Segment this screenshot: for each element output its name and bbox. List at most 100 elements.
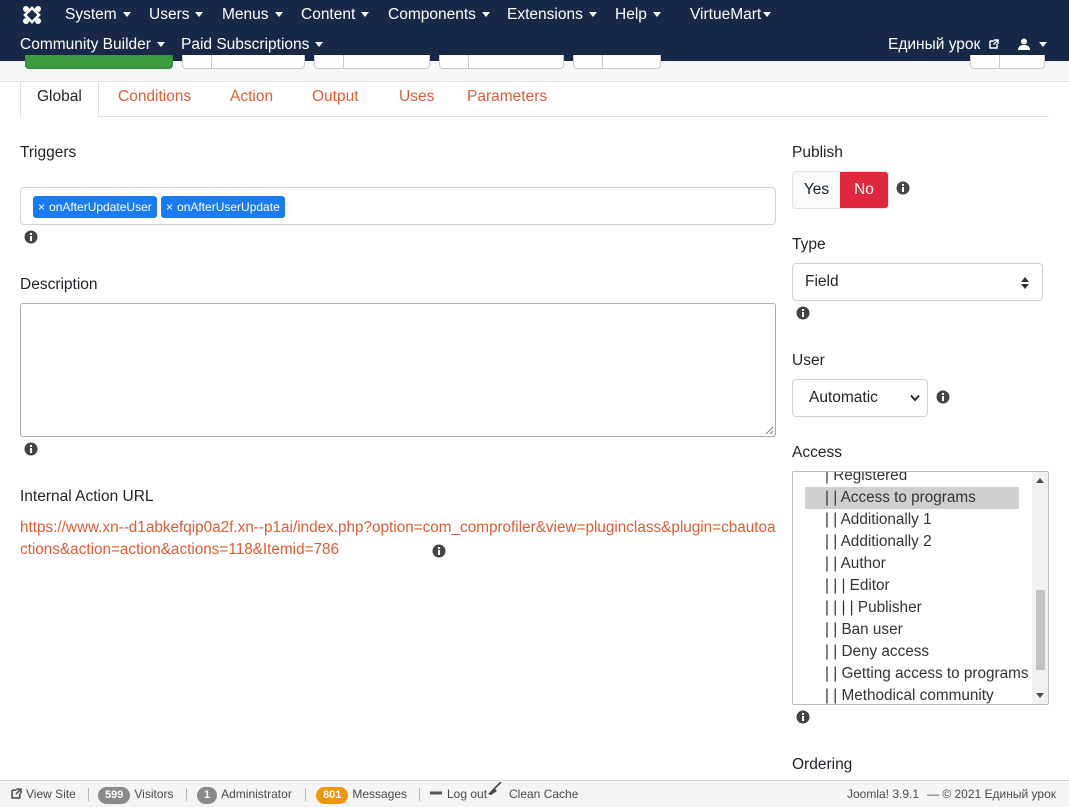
publish-no-button[interactable]: No	[840, 172, 888, 208]
visitors-link[interactable]: 599 Visitors	[98, 781, 173, 807]
triggers-input[interactable]: × onAfterUpdateUser × onAfterUserUpdate	[20, 187, 776, 225]
visitors-count-badge: 599	[98, 787, 131, 804]
divider	[88, 788, 89, 801]
divider	[305, 788, 306, 801]
publish-yes-button[interactable]: Yes	[793, 172, 841, 208]
access-option[interactable]: | | | | Publisher	[805, 597, 922, 619]
user-label: User	[792, 352, 825, 369]
menu-help[interactable]: Help	[615, 0, 661, 30]
caret-down-icon	[122, 12, 131, 17]
ordering-label: Ordering	[792, 756, 853, 773]
trigger-tag[interactable]: × onAfterUserUpdate	[161, 196, 285, 218]
tab-uses[interactable]: Uses	[399, 82, 434, 117]
save-button[interactable]	[25, 55, 173, 69]
publish-toggle: Yes No	[792, 171, 889, 209]
tab-conditions[interactable]: Conditions	[118, 82, 191, 117]
info-icon[interactable]	[936, 390, 950, 404]
admin-count-badge: 1	[197, 787, 218, 804]
chevron-down-icon	[910, 394, 920, 402]
menu-content[interactable]: Content	[301, 0, 370, 30]
tab-bar: Global Conditions Action Output Uses Par…	[20, 82, 1049, 118]
tab-parameters[interactable]: Parameters	[467, 82, 547, 117]
sort-updown-icon	[1021, 277, 1029, 289]
trigger-tag[interactable]: × onAfterUpdateUser	[33, 196, 157, 218]
access-option[interactable]: | | Ban user	[805, 619, 903, 641]
menu-system[interactable]: System	[65, 0, 131, 30]
menu-menus[interactable]: Menus	[222, 0, 283, 30]
access-option[interactable]: | | Additionally 1	[805, 509, 932, 531]
info-icon[interactable]	[796, 306, 810, 320]
toolbar-button-2[interactable]	[182, 55, 305, 69]
caret-down-icon	[763, 12, 772, 17]
access-option[interactable]: | | Author	[805, 553, 886, 575]
info-icon[interactable]	[24, 442, 38, 456]
description-label: Description	[20, 276, 98, 293]
messages-link[interactable]: 801 Messages	[316, 781, 407, 807]
external-link-icon	[988, 39, 999, 49]
caret-down-icon	[588, 12, 597, 17]
access-scrollbar[interactable]	[1032, 472, 1048, 704]
info-icon[interactable]	[796, 710, 810, 724]
internal-action-url-link[interactable]: https://www.xn--d1abkefqip0a2f.xn--p1ai/…	[20, 517, 780, 561]
info-icon[interactable]	[24, 230, 38, 244]
access-option-selected[interactable]: | | Access to programs	[805, 487, 1019, 509]
scroll-thumb[interactable]	[1036, 590, 1045, 670]
status-bar: View Site 599 Visitors 1 Administrator 801…	[0, 780, 1069, 807]
toolbar-button-3[interactable]	[314, 55, 430, 69]
logout-link[interactable]: Log out	[430, 781, 487, 807]
remove-tag-icon[interactable]: ×	[38, 200, 45, 214]
type-label: Type	[792, 236, 826, 253]
broom-icon	[488, 781, 502, 795]
triggers-label: Triggers	[20, 144, 77, 161]
joomla-logo-icon[interactable]	[22, 5, 42, 25]
info-icon[interactable]	[432, 544, 446, 558]
info-icon[interactable]	[896, 181, 910, 195]
publish-label: Publish	[792, 144, 843, 161]
menu-virtuemart[interactable]: VirtueMart	[690, 0, 772, 30]
resize-grip-icon[interactable]	[765, 426, 773, 434]
tab-global[interactable]: Global	[20, 82, 99, 118]
divider	[186, 788, 187, 801]
tab-action[interactable]: Action	[230, 82, 273, 117]
description-textarea[interactable]	[20, 303, 776, 437]
access-label: Access	[792, 444, 842, 461]
top-navbar: System Users Menus Content Components Ex…	[0, 0, 1069, 61]
caret-down-icon	[315, 42, 324, 47]
access-option[interactable]: | Registered	[805, 472, 907, 487]
clean-cache-link[interactable]: Clean Cache	[487, 781, 578, 807]
administrator-link[interactable]: 1 Administrator	[197, 781, 292, 807]
toolbar-help-button[interactable]	[970, 55, 1045, 69]
view-site-link[interactable]: View Site	[11, 781, 76, 807]
toolbar-button-5[interactable]	[573, 55, 661, 69]
caret-down-icon	[156, 42, 165, 47]
copyright: — © 2021 Единый урок	[927, 787, 1056, 801]
messages-count-badge: 801	[316, 787, 349, 804]
external-link-icon	[11, 788, 22, 799]
caret-down-icon	[361, 12, 370, 17]
joomla-version: Joomla! 3.9.1	[847, 787, 920, 801]
caret-down-icon	[481, 12, 490, 17]
toolbar-button-4[interactable]	[439, 55, 564, 69]
user-select[interactable]: Automatic	[792, 379, 928, 417]
menu-users[interactable]: Users	[149, 0, 204, 30]
access-option[interactable]: | | Methodical community	[805, 685, 994, 704]
access-multiselect[interactable]: | Registered | | Access to programs | | …	[792, 471, 1049, 705]
access-option[interactable]: | | Deny access	[805, 641, 929, 663]
access-option[interactable]: | | Additionally 2	[805, 531, 932, 553]
user-icon	[1018, 38, 1030, 50]
access-option[interactable]: | | | Editor	[805, 575, 890, 597]
minus-icon	[430, 791, 442, 795]
internal-url-label: Internal Action URL	[20, 488, 154, 505]
toolbar	[0, 55, 1069, 82]
access-option[interactable]: | | Getting access to programs	[805, 663, 1029, 685]
scroll-down-icon[interactable]	[1036, 693, 1044, 698]
remove-tag-icon[interactable]: ×	[166, 200, 173, 214]
menu-extensions[interactable]: Extensions	[507, 0, 597, 30]
menu-components[interactable]: Components	[388, 0, 490, 30]
type-select[interactable]: Field	[792, 263, 1043, 301]
divider	[419, 788, 420, 801]
caret-down-icon	[652, 12, 661, 17]
tab-output[interactable]: Output	[312, 82, 359, 117]
scroll-up-icon[interactable]	[1036, 478, 1044, 483]
caret-down-icon	[274, 12, 283, 17]
